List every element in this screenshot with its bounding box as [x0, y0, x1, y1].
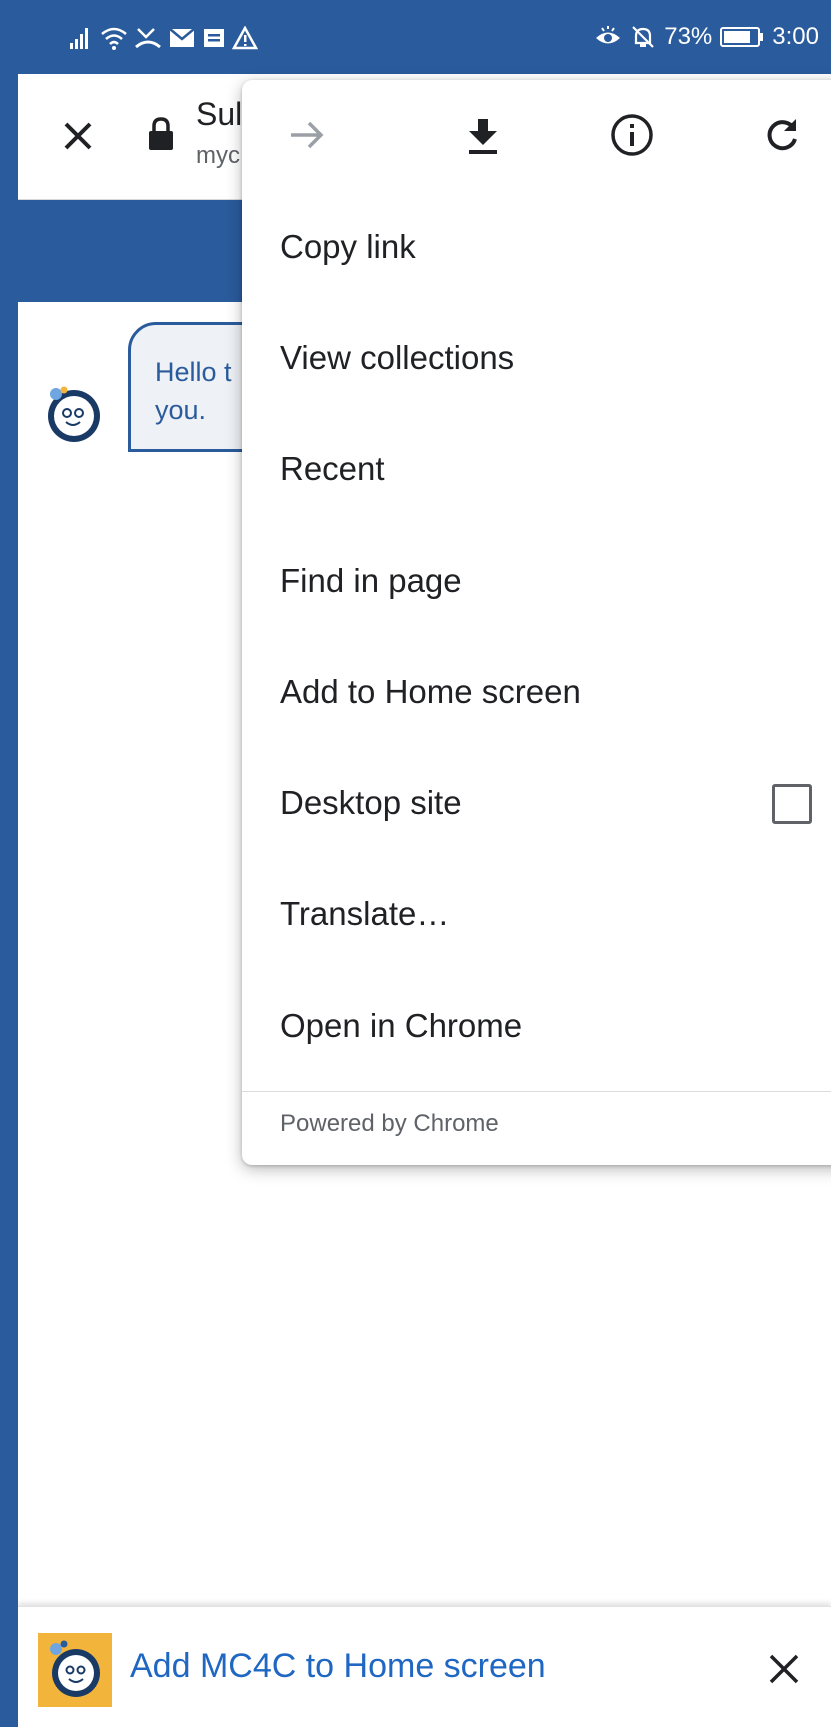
wifi-icon [101, 27, 127, 50]
menu-item-add-to-home-screen[interactable]: Add to Home screen [242, 636, 831, 747]
missed-call-icon [135, 28, 161, 49]
eye-comfort-icon [596, 26, 621, 44]
mc4c-logo-icon [38, 1633, 112, 1707]
menu-item-label: Translate… [280, 895, 450, 933]
status-bar: 73% 3:00 [18, 0, 831, 74]
menu-icon-row [242, 80, 831, 190]
battery-percent: 73% [664, 23, 713, 50]
refresh-button[interactable] [757, 110, 807, 160]
bot-avatar [48, 386, 100, 442]
status-icons-left [68, 22, 258, 54]
overflow-menu: Copy link View collections Recent Find i… [242, 80, 831, 1165]
menu-item-copy-link[interactable]: Copy link [242, 191, 831, 302]
message-icon [204, 29, 224, 47]
forward-button[interactable] [282, 110, 332, 160]
info-icon [611, 114, 653, 156]
download-button[interactable] [458, 110, 508, 160]
clock-time: 3:00 [772, 23, 819, 50]
download-icon [469, 119, 497, 154]
menu-item-label: View collections [280, 338, 515, 376]
menu-item-recent[interactable]: Recent [242, 414, 831, 525]
add-to-home-link[interactable]: Add MC4C to Home screen [130, 1647, 546, 1686]
menu-divider [242, 1091, 831, 1092]
add-to-home-banner[interactable]: Add MC4C to Home screen [18, 1606, 831, 1727]
battery-icon [720, 27, 764, 47]
desktop-site-checkbox[interactable] [772, 784, 812, 825]
signal-icon [70, 28, 88, 49]
page-url[interactable]: myc [196, 142, 240, 170]
menu-item-label: Find in page [280, 561, 462, 599]
menu-item-label: Copy link [280, 227, 416, 265]
menu-item-label: Add to Home screen [280, 672, 581, 710]
app-screen: 73% 3:00 Sul myc Hello t you. Add MC4C t… [18, 0, 831, 1727]
close-banner-icon[interactable] [766, 1651, 802, 1687]
forward-arrow-icon [291, 121, 324, 149]
lock-icon[interactable] [146, 116, 176, 152]
menu-item-translate[interactable]: Translate… [242, 859, 831, 970]
menu-item-label: Recent [280, 450, 385, 488]
menu-item-label: Desktop site [280, 784, 462, 822]
menu-item-list: Copy link View collections Recent Find i… [242, 191, 831, 1081]
refresh-icon [767, 119, 797, 151]
menu-item-find-in-page[interactable]: Find in page [242, 525, 831, 636]
status-icons-right: 73% 3:00 [594, 20, 819, 54]
mail-icon [169, 28, 195, 47]
warning-icon [232, 26, 258, 50]
menu-item-label: Open in Chrome [280, 1006, 523, 1044]
menu-item-open-in-chrome[interactable]: Open in Chrome [242, 970, 831, 1081]
menu-item-view-collections[interactable]: View collections [242, 302, 831, 413]
menu-footer: Powered by Chrome [280, 1110, 499, 1137]
page-title: Sul [196, 96, 243, 132]
page-info-button[interactable] [607, 110, 657, 160]
menu-item-desktop-site[interactable]: Desktop site [242, 747, 831, 858]
bell-off-icon [632, 26, 655, 48]
close-tab-icon[interactable] [56, 114, 100, 158]
